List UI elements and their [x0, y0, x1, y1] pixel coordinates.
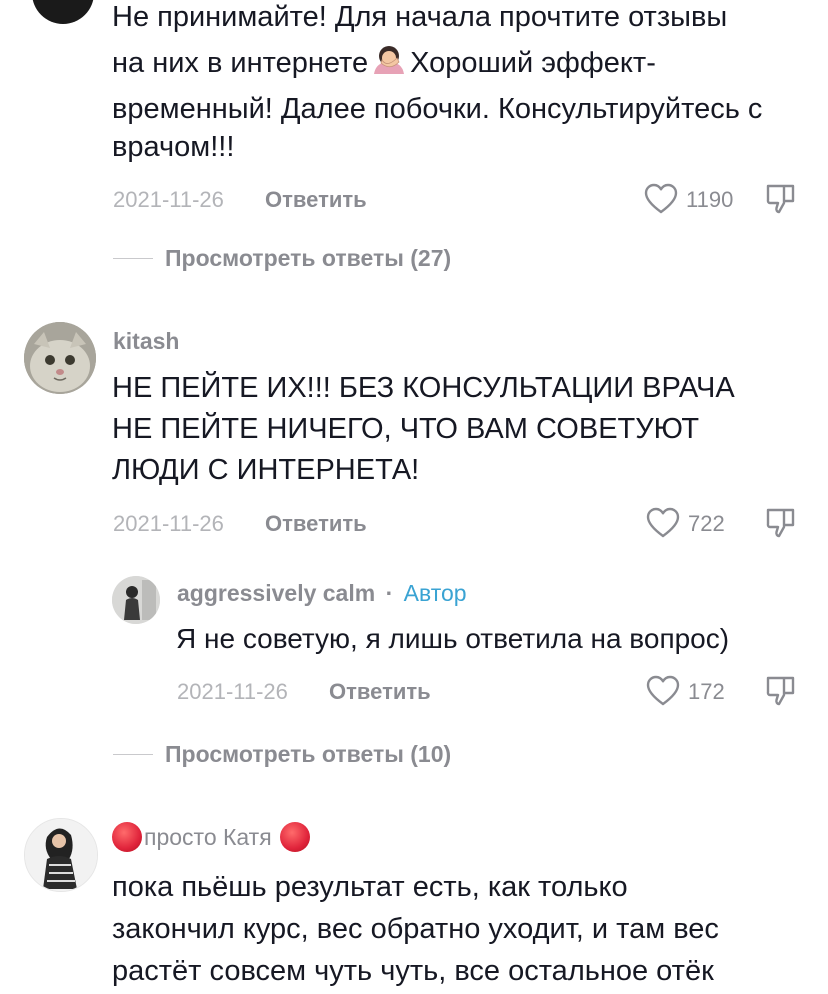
reply-button[interactable]: Ответить: [329, 679, 431, 705]
red-circle-icon: [279, 822, 310, 852]
comment-username-text[interactable]: просто Катя: [144, 824, 272, 851]
thumbs-down-outline-icon[interactable]: [765, 181, 797, 215]
thumbs-down-outline-icon[interactable]: [765, 505, 797, 539]
comment-date: 2021-11-26: [113, 187, 224, 212]
avatar[interactable]: [24, 322, 96, 394]
like-count: 722: [688, 511, 725, 536]
comment-text-line: на них в интернете Хороший эффект-: [112, 40, 656, 86]
like-count: 172: [688, 679, 725, 704]
reply-username: aggressively calm · Автор: [177, 580, 467, 607]
divider: [113, 754, 153, 755]
view-replies-button[interactable]: Просмотреть ответы (10): [165, 741, 451, 768]
comment-text-line: НЕ ПЕЙТЕ НИЧЕГО, ЧТО ВАМ СОВЕТУЮТ: [112, 413, 700, 445]
separator: ·: [385, 580, 394, 606]
comment-text-fragment: на них в интернете: [112, 47, 369, 79]
reply-button[interactable]: Ответить: [265, 511, 367, 537]
avatar[interactable]: [112, 576, 160, 624]
reply-username-text[interactable]: aggressively calm: [177, 580, 375, 606]
comment-text-line: Не принимайте! Для начала прочтите отзыв…: [112, 1, 728, 33]
heart-outline-icon[interactable]: [646, 507, 680, 539]
comment-text-line: врачом!!!: [112, 131, 235, 163]
comment-text-line: закончил курс, вес обратно уходит, и там…: [112, 913, 719, 945]
like-count: 1190: [686, 187, 734, 212]
comment-text-fragment: Хороший эффект-: [410, 47, 656, 79]
heart-outline-icon[interactable]: [646, 675, 680, 707]
facepalm-emoji-icon: [370, 44, 408, 76]
comment-text-line: пока пьёшь результат есть, как только: [112, 871, 628, 903]
comment-username[interactable]: kitash: [113, 328, 179, 355]
view-replies-button[interactable]: Просмотреть ответы (27): [165, 245, 451, 272]
reply-button[interactable]: Ответить: [265, 187, 367, 213]
comment-username: просто Катя: [112, 822, 310, 852]
comment-text-line: растёт совсем чуть чуть, все остальное о…: [112, 955, 714, 987]
divider: [113, 258, 153, 259]
avatar[interactable]: [32, 0, 94, 24]
comment-date: 2021-11-26: [113, 511, 224, 536]
red-circle-icon: [112, 822, 142, 852]
author-badge: Автор: [403, 580, 467, 606]
comment-text-line: НЕ ПЕЙТЕ ИХ!!! БЕЗ КОНСУЛЬТАЦИИ ВРАЧА: [112, 372, 735, 404]
heart-outline-icon[interactable]: [644, 183, 678, 215]
reply-date: 2021-11-26: [177, 679, 288, 704]
comment-text-line: ЛЮДИ С ИНТЕРНЕТА!: [112, 454, 420, 486]
thumbs-down-outline-icon[interactable]: [765, 673, 797, 707]
reply-text: Я не советую, я лишь ответила на вопрос): [176, 623, 730, 654]
avatar[interactable]: [24, 818, 98, 892]
